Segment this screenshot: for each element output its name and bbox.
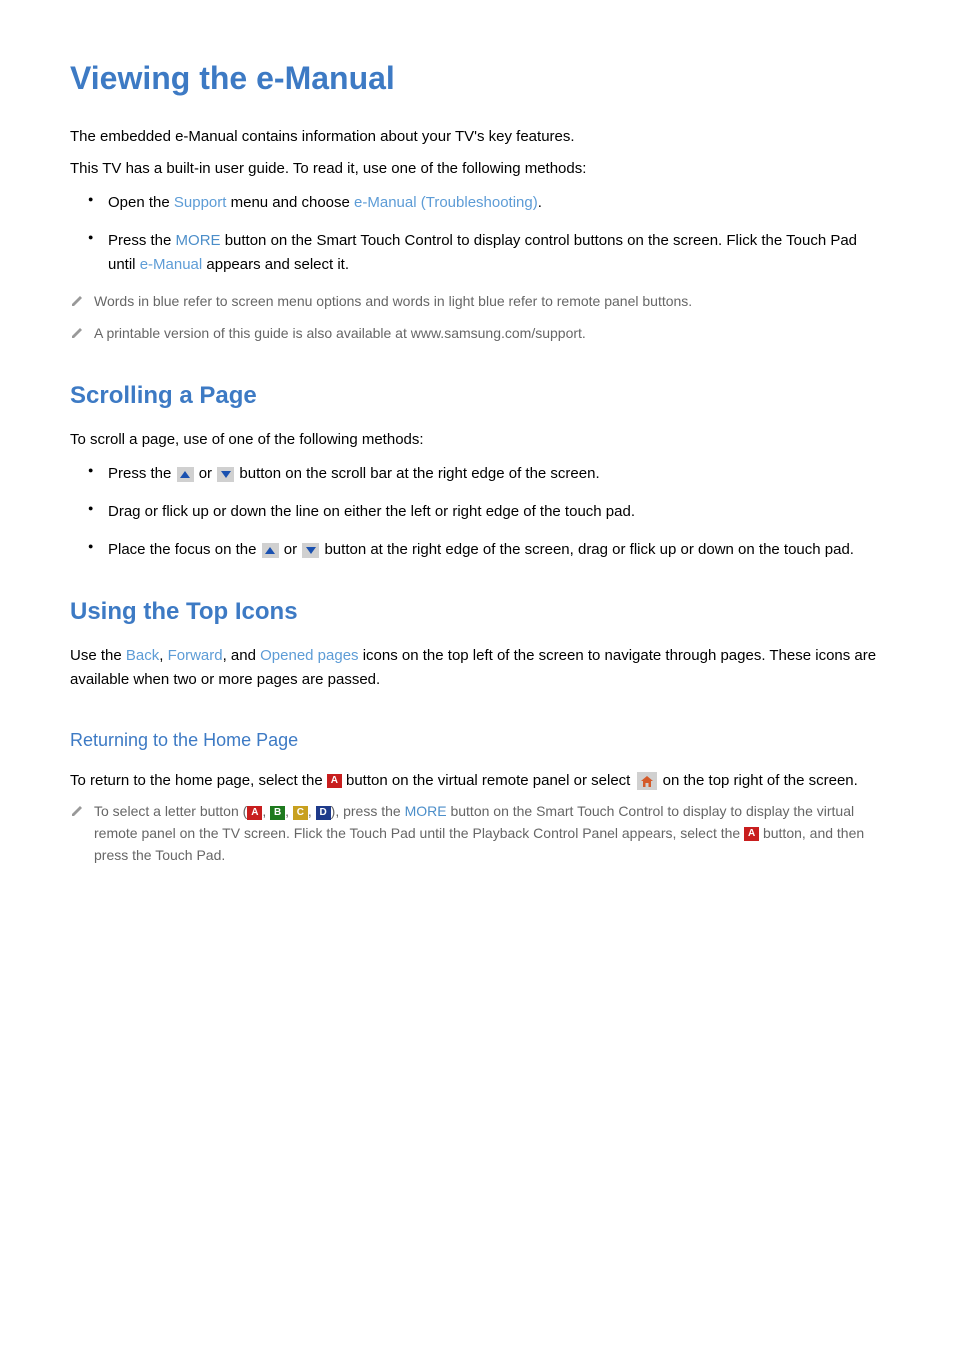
menu-term-forward: Forward [168, 647, 223, 664]
menu-term-support: Support [174, 194, 227, 211]
text: or [280, 541, 302, 558]
text: To select a letter button ( [94, 803, 247, 819]
list-item: Drag or flick up or down the line on eit… [100, 500, 884, 524]
text: button on the virtual remote panel or se… [342, 772, 635, 789]
menu-term-back: Back [126, 647, 159, 664]
pencil-icon [70, 325, 84, 347]
text: , [308, 803, 316, 819]
home-icon [637, 772, 657, 790]
list-item: Place the focus on the or button at the … [100, 538, 884, 562]
section-heading-icons: Using the Top Icons [70, 598, 884, 626]
text: Use the [70, 647, 126, 664]
section-heading-scrolling: Scrolling a Page [70, 382, 884, 410]
text: , and [223, 647, 261, 664]
text: menu and choose [226, 194, 354, 211]
subsection-heading-return: Returning to the Home Page [70, 730, 884, 751]
intro-methods-list: Open the Support menu and choose e-Manua… [70, 191, 884, 277]
text: appears and select it. [202, 256, 349, 273]
text: Place the focus on the [108, 541, 261, 558]
letter-button-c-icon: C [293, 806, 308, 820]
note-text: A printable version of this guide is als… [94, 323, 586, 345]
intro-text-2: This TV has a built-in user guide. To re… [70, 157, 884, 181]
return-text: To return to the home page, select the A… [70, 769, 884, 793]
text: Press the [108, 232, 176, 249]
intro-text-1: The embedded e-Manual contains informati… [70, 125, 884, 149]
note-block: A printable version of this guide is als… [70, 323, 884, 347]
scroll-lead: To scroll a page, use of one of the foll… [70, 428, 884, 452]
note-block: To select a letter button (A, B, C, D), … [70, 801, 884, 866]
text: or [195, 465, 217, 482]
text: , [159, 647, 167, 664]
page-title: Viewing the e-Manual [70, 60, 884, 97]
pencil-icon [70, 803, 84, 825]
list-item: Open the Support menu and choose e-Manua… [100, 191, 884, 215]
button-term-more: MORE [176, 232, 221, 249]
text: button on the scroll bar at the right ed… [235, 465, 599, 482]
letter-button-a-icon: A [247, 806, 262, 820]
icons-lead: Use the Back, Forward, and Opened pages … [70, 644, 884, 692]
text: Open the [108, 194, 174, 211]
text: on the top right of the screen. [659, 772, 858, 789]
text: To return to the home page, select the [70, 772, 327, 789]
note-text: Words in blue refer to screen menu optio… [94, 291, 692, 313]
pencil-icon [70, 293, 84, 315]
arrow-down-icon [302, 543, 319, 558]
letter-button-b-icon: B [270, 806, 285, 820]
text: , [285, 803, 293, 819]
arrow-up-icon [177, 467, 194, 482]
letter-button-a-icon: A [744, 827, 759, 841]
list-item: Press the or button on the scroll bar at… [100, 462, 884, 486]
list-item: Press the MORE button on the Smart Touch… [100, 229, 884, 277]
text: ), press the [331, 803, 405, 819]
note-text: To select a letter button (A, B, C, D), … [94, 801, 884, 866]
text: button at the right edge of the screen, … [320, 541, 854, 558]
letter-button-a-icon: A [327, 774, 342, 788]
menu-term-emanual: e-Manual [140, 256, 203, 273]
note-block: Words in blue refer to screen menu optio… [70, 291, 884, 315]
letter-button-d-icon: D [316, 806, 331, 820]
arrow-up-icon [262, 543, 279, 558]
text: . [538, 194, 542, 211]
text: , [262, 803, 270, 819]
menu-term-opened-pages: Opened pages [260, 647, 358, 664]
text: Press the [108, 465, 176, 482]
button-term-more: MORE [405, 803, 447, 819]
text: Drag or flick up or down the line on eit… [108, 503, 635, 520]
arrow-down-icon [217, 467, 234, 482]
scroll-methods-list: Press the or button on the scroll bar at… [70, 462, 884, 562]
menu-term-emanual-troubleshooting: e-Manual (Troubleshooting) [354, 194, 538, 211]
